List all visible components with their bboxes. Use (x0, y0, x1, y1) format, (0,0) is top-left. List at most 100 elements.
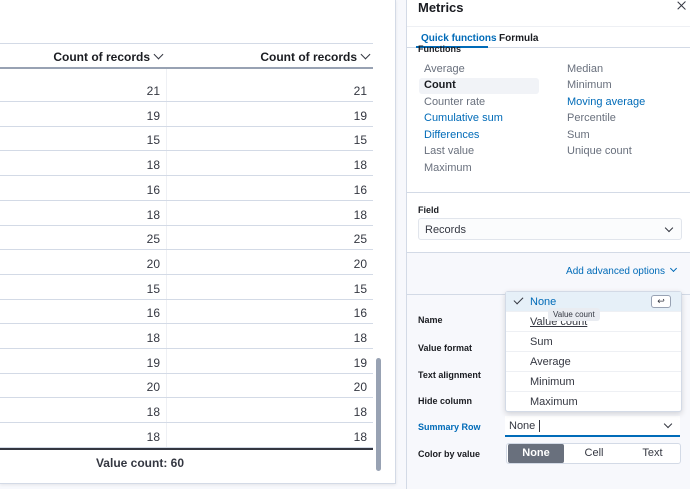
chevron-down-icon (669, 264, 678, 273)
table-row: 18 18 (0, 398, 373, 424)
field-label: Field (418, 205, 440, 215)
function-median[interactable]: Median (567, 63, 603, 75)
color-by-value-label: Color by value (418, 449, 481, 459)
option-sum-label: Sum (530, 336, 553, 348)
table-cell: 19 (146, 355, 160, 370)
table-cell: 25 (146, 232, 160, 247)
table-cell: 21 (353, 84, 367, 98)
add-advanced-options-link[interactable]: Add advanced options (566, 264, 678, 277)
table-cell: 18 (146, 158, 160, 173)
column-header-1-label: Count of records (53, 50, 150, 64)
table-row: 18 18 (0, 201, 373, 226)
table-cell: 20 (146, 380, 160, 395)
column-header-1[interactable]: Count of records (53, 49, 164, 64)
color-none-button[interactable]: None (508, 444, 564, 463)
option-none-label: None (530, 296, 557, 308)
table-header: Count of records Count of records (0, 43, 373, 69)
name-label: Name (418, 315, 443, 325)
table-row: 20 20 (0, 373, 373, 399)
table-row: 15 15 (0, 126, 373, 152)
tooltip: Value count (548, 308, 600, 321)
function-maximum[interactable]: Maximum (424, 162, 472, 174)
table-cell: 18 (146, 429, 160, 444)
table-row: 16 16 (0, 176, 373, 201)
table-cell: 15 (146, 133, 160, 148)
function-counter-rate[interactable]: Counter rate (424, 96, 485, 108)
vertical-scrollbar[interactable] (376, 358, 381, 471)
table-row: 19 19 (0, 349, 373, 374)
table-cell: 15 (353, 133, 367, 148)
color-cell-button[interactable]: Cell (565, 444, 623, 463)
table-cell: 16 (146, 306, 160, 321)
chevron-down-icon[interactable] (663, 419, 673, 429)
table-row: 16 16 (0, 299, 373, 325)
value-format-label: Value format (418, 343, 473, 353)
check-icon (513, 294, 524, 305)
text-caret (539, 420, 540, 432)
table-row: 21 21 (0, 77, 373, 102)
table-cell: 25 (353, 232, 367, 247)
table-row: 20 20 (0, 250, 373, 275)
summary-row-input[interactable]: None (509, 420, 535, 432)
option-average[interactable]: Average (506, 352, 681, 372)
function-cumulative-sum[interactable]: Cumulative sum (424, 112, 503, 124)
function-percentile[interactable]: Percentile (567, 112, 616, 124)
field-select[interactable]: Records (418, 218, 682, 240)
color-by-value-group: None Cell Text (506, 443, 681, 464)
column-header-2[interactable]: Count of records (260, 49, 371, 64)
table-row: 18 18 (0, 324, 373, 349)
table-area: Count of records Count of records 21 21 19… (0, 0, 396, 489)
table-cell: 19 (353, 108, 367, 123)
table-cell: 18 (353, 331, 367, 345)
function-minimum[interactable]: Minimum (567, 79, 612, 91)
option-minimum[interactable]: Minimum (506, 372, 681, 392)
field-select-value: Records (425, 224, 466, 236)
functions-header: Functions (418, 44, 461, 54)
table-cell: 16 (353, 306, 367, 321)
table-cell: 20 (353, 256, 367, 271)
option-sum[interactable]: Sum (506, 332, 681, 352)
function-last-value[interactable]: Last value (424, 145, 474, 157)
function-unique-count[interactable]: Unique count (567, 145, 632, 157)
table-cell: 15 (146, 281, 160, 296)
flyout-title: Metrics (418, 0, 464, 15)
table-cell: 20 (353, 380, 367, 395)
tab-quick-functions[interactable]: Quick functions (421, 33, 497, 44)
table-cell: 19 (353, 355, 367, 370)
table-cell: 18 (146, 405, 160, 420)
summary-row-value: Value count: 60 (95, 456, 184, 470)
table-cell: 16 (353, 182, 367, 197)
function-sum[interactable]: Sum (567, 129, 590, 141)
hide-column-label: Hide column (418, 396, 473, 406)
option-maximum-label: Maximum (530, 396, 578, 408)
close-icon[interactable] (676, 0, 688, 12)
option-minimum-label: Minimum (530, 376, 575, 388)
chevron-down-icon[interactable] (360, 49, 371, 60)
text-alignment-label: Text alignment (418, 370, 481, 380)
table-row: 18 18 (0, 423, 373, 448)
tab-formula[interactable]: Formula (499, 33, 538, 44)
option-average-label: Average (530, 356, 571, 368)
add-advanced-options-label: Add advanced options (566, 266, 665, 277)
table-row: 15 15 (0, 275, 373, 300)
option-maximum[interactable]: Maximum (506, 392, 681, 412)
table-row: 18 18 (0, 151, 373, 177)
column-header-2-label: Count of records (260, 50, 357, 64)
table-row: 19 19 (0, 102, 373, 127)
summary-divider (0, 448, 373, 450)
table-row: 25 25 (0, 225, 373, 251)
color-text-button[interactable]: Text (624, 444, 681, 463)
function-moving-average[interactable]: Moving average (567, 96, 645, 108)
chevron-down-icon[interactable] (153, 49, 164, 60)
table-cell: 18 (146, 207, 160, 222)
function-differences[interactable]: Differences (424, 129, 479, 141)
summary-row-label: Summary Row (418, 422, 481, 432)
table-cell: 15 (353, 281, 367, 296)
function-average[interactable]: Average (424, 63, 465, 75)
summary-row-combobox[interactable]: None (505, 416, 680, 437)
function-count[interactable]: Count (424, 79, 456, 91)
table-cell: 18 (353, 429, 367, 444)
chevron-down-icon (664, 223, 674, 233)
table-cell: 16 (146, 182, 160, 197)
table-cell: 20 (146, 256, 160, 271)
